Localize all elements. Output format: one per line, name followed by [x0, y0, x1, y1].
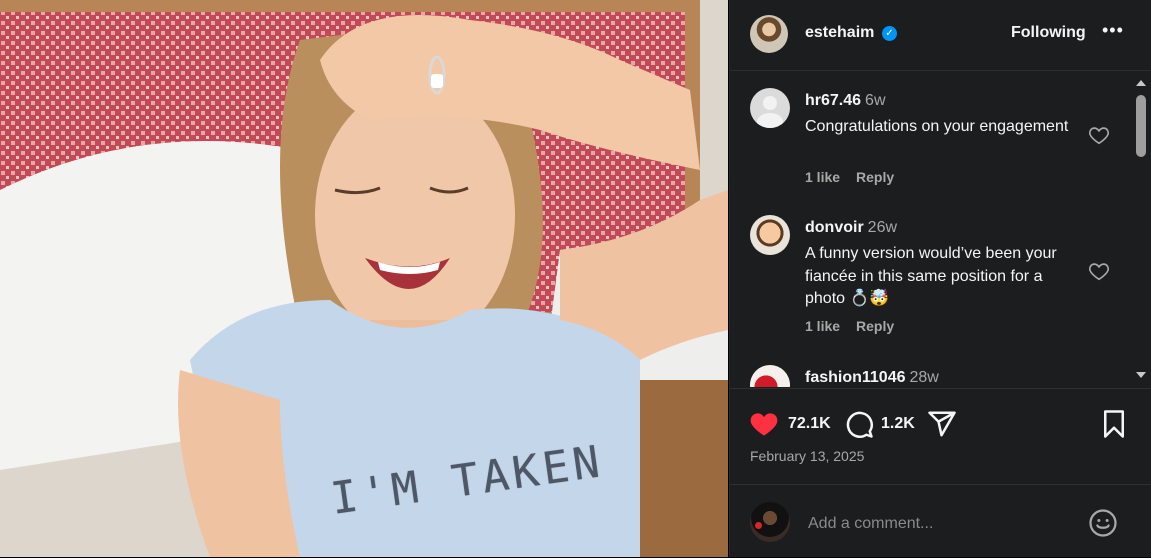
comment-time[interactable]: 26w — [868, 219, 897, 236]
scroll-down-arrow-icon[interactable] — [1136, 372, 1146, 378]
author-avatar[interactable] — [750, 15, 788, 53]
comment-like-count[interactable]: 1 like — [805, 169, 840, 185]
comment-time[interactable]: 28w — [910, 369, 939, 386]
comment-time[interactable]: 6w — [865, 92, 885, 109]
current-user-avatar[interactable] — [750, 502, 790, 542]
scroll-thumb[interactable] — [1136, 95, 1146, 157]
reply-button[interactable]: Reply — [856, 318, 894, 334]
comment-username-text[interactable]: hr67.46 — [805, 92, 861, 109]
following-button[interactable]: Following — [1011, 24, 1086, 42]
reply-button[interactable]: Reply — [856, 169, 894, 185]
like-heart-icon[interactable] — [749, 409, 779, 439]
post-photo[interactable]: I'M TAKEN — [0, 0, 728, 557]
comments-scrollbar[interactable] — [1132, 71, 1150, 387]
save-bookmark-icon[interactable] — [1099, 409, 1129, 439]
comment-text: Congratulations on your engagement — [805, 118, 1069, 135]
like-count[interactable]: 72.1K — [788, 415, 831, 433]
memoji-avatar[interactable] — [750, 215, 790, 255]
comment-meta: 1 like Reply — [805, 318, 910, 334]
comment-heart-icon[interactable] — [1088, 124, 1110, 146]
share-icon[interactable] — [927, 409, 957, 439]
verified-badge-icon: ✓ — [882, 26, 897, 41]
scroll-up-arrow-icon[interactable] — [1136, 80, 1146, 86]
post-header: estehaim ✓ Following ••• — [730, 0, 1151, 71]
add-comment-bar — [730, 484, 1151, 558]
default-avatar[interactable] — [750, 88, 790, 128]
comment-count[interactable]: 1.2K — [881, 415, 915, 433]
comment-like-count[interactable]: 1 like — [805, 318, 840, 334]
comment-meta: 1 like Reply — [805, 169, 910, 185]
post-date[interactable]: February 13, 2025 — [750, 448, 864, 464]
comment-username[interactable]: donvoir 26w — [805, 219, 897, 237]
comment-username-text[interactable]: fashion11046 — [805, 369, 906, 386]
comment-icon[interactable] — [844, 409, 874, 439]
post-actions: 72.1K 1.2K February 13, 2025 — [730, 388, 1151, 484]
comment-text: A funny version would’ve been your fianc… — [805, 245, 1057, 307]
emoji-smiley-icon[interactable] — [1088, 508, 1118, 538]
author-username[interactable]: estehaim — [805, 24, 874, 42]
comment-username-text[interactable]: donvoir — [805, 219, 864, 236]
comments-list: hr67.46 6w Congratulations on your engage… — [730, 71, 1151, 387]
comment-heart-icon[interactable] — [1088, 260, 1110, 282]
fashion-avatar[interactable] — [750, 365, 790, 387]
comment-username[interactable]: hr67.46 6w — [805, 92, 886, 110]
more-options-icon[interactable]: ••• — [1102, 20, 1124, 41]
post-side-panel: estehaim ✓ Following ••• hr67.46 6w Congr… — [729, 0, 1151, 557]
comment-username[interactable]: fashion11046 28w — [805, 369, 939, 387]
add-comment-input[interactable] — [806, 509, 1080, 539]
